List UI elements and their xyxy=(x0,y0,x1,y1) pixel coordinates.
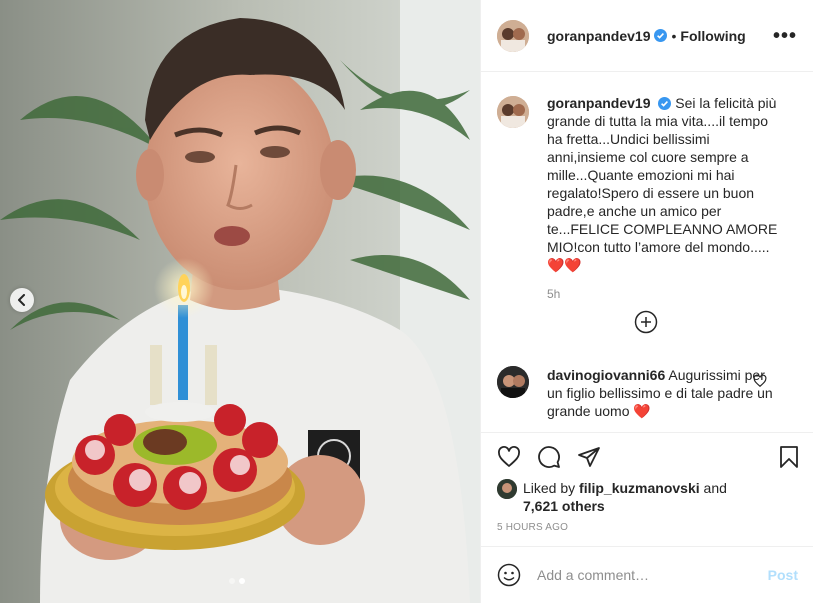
post-timestamp[interactable]: 5 HOURS AGO xyxy=(497,522,568,533)
comment-input[interactable] xyxy=(537,567,757,583)
liker-avatar[interactable] xyxy=(497,479,517,499)
emoji-icon[interactable] xyxy=(497,563,521,587)
commenter-avatar[interactable] xyxy=(497,366,529,398)
bookmark-icon[interactable] xyxy=(777,445,801,469)
avatar-image xyxy=(497,366,529,398)
comment-username[interactable]: davinogiovanni66 xyxy=(547,367,665,383)
carousel-dots xyxy=(229,578,245,584)
liker-username[interactable]: filip_kuzmanovski xyxy=(579,480,700,496)
plus-circle-icon[interactable] xyxy=(634,310,658,334)
likes-and: and xyxy=(703,480,727,496)
caption-time[interactable]: 5h xyxy=(547,287,781,301)
post-actions: Liked by filip_kuzmanovski and 7,621 oth… xyxy=(481,432,813,546)
more-options-icon[interactable]: ••• xyxy=(773,26,797,46)
post-comment-button[interactable]: Post xyxy=(768,567,798,583)
post-photo xyxy=(0,0,480,603)
chevron-left-icon xyxy=(18,294,25,306)
following-button[interactable]: Following xyxy=(680,28,745,44)
carousel-prev-button[interactable] xyxy=(10,288,34,312)
caption-avatar[interactable] xyxy=(497,96,529,128)
verified-badge-icon xyxy=(658,97,672,110)
share-icon[interactable] xyxy=(577,445,601,469)
caption-text-block: goranpandev19 Sei la felicità più grande… xyxy=(547,94,781,274)
likes-others-count[interactable]: 7,621 others xyxy=(523,498,605,514)
avatar-image xyxy=(497,479,517,499)
likes-summary: Liked by filip_kuzmanovski and 7,621 oth… xyxy=(497,479,727,515)
post-side-panel: goranpandev19 • Following ••• goranpande… xyxy=(480,0,813,603)
carousel-dot xyxy=(229,578,235,584)
avatar-image xyxy=(497,96,529,128)
post-caption: goranpandev19 Sei la felicità più grande… xyxy=(497,94,797,301)
heart-icon[interactable] xyxy=(497,445,521,469)
post-header: goranpandev19 • Following ••• xyxy=(481,0,813,72)
heart-emoji: ❤️❤️ xyxy=(547,257,582,273)
header-username[interactable]: goranpandev19 xyxy=(547,28,650,44)
heart-emoji: ❤️ xyxy=(633,403,651,419)
caption-username[interactable]: goranpandev19 xyxy=(547,95,650,111)
comment-like-heart-icon[interactable] xyxy=(753,374,767,388)
add-comment-bar: Post xyxy=(481,546,813,603)
verified-badge-icon xyxy=(654,29,668,42)
post-media[interactable] xyxy=(0,0,480,603)
comment-item: davinogiovanni66 Augurissimi per un figl… xyxy=(497,366,797,420)
caption-text: Sei la felicità più grande di tutta la m… xyxy=(547,95,778,255)
carousel-dot-active xyxy=(239,578,245,584)
likes-prefix: Liked by xyxy=(523,480,576,496)
avatar-image xyxy=(497,19,529,52)
avatar[interactable] xyxy=(497,19,529,52)
comment-icon[interactable] xyxy=(537,445,561,469)
header-separator: • xyxy=(671,27,677,44)
